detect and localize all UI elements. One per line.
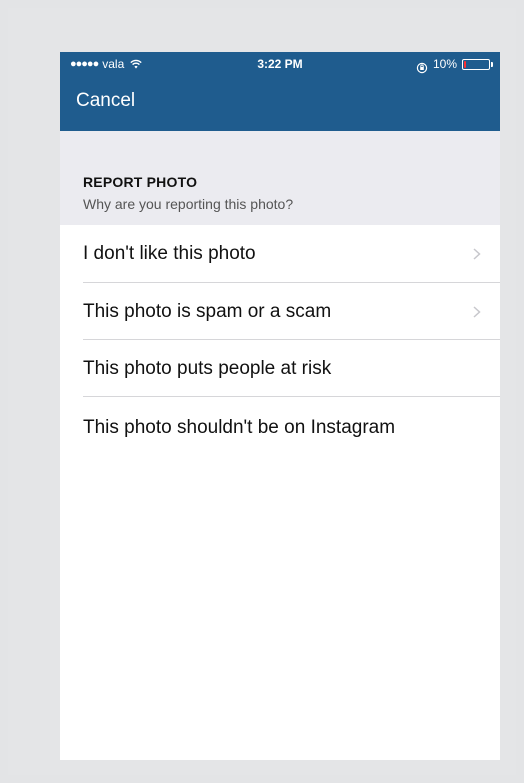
chevron-right-icon <box>472 305 482 319</box>
battery-level-fill <box>464 60 466 68</box>
option-label: I don't like this photo <box>83 243 256 264</box>
cancel-button[interactable]: Cancel <box>76 90 135 112</box>
status-bar: ●●●●● vala 3:22 PM 10% <box>60 52 500 76</box>
report-subtitle: Why are you reporting this photo? <box>83 196 294 212</box>
navigation-bar: ●●●●● vala 3:22 PM 10% Cancel <box>60 52 500 131</box>
option-label: This photo shouldn't be on Instagram <box>83 417 396 438</box>
report-title: REPORT PHOTO <box>83 174 198 190</box>
battery-icon <box>462 58 493 70</box>
battery-percent: 10% <box>432 57 457 71</box>
option-dont-like[interactable]: I don't like this photo <box>60 225 500 283</box>
option-shouldnt-be-on-instagram[interactable]: This photo shouldn't be on Instagram <box>60 397 500 483</box>
option-puts-people-at-risk[interactable]: This photo puts people at risk <box>60 340 500 397</box>
status-right-group: 10% <box>416 52 493 76</box>
option-label: This photo is spam or a scam <box>83 301 332 322</box>
option-label: This photo puts people at risk <box>83 358 332 379</box>
orientation-lock-icon <box>416 58 428 74</box>
chevron-right-icon <box>472 247 482 261</box>
report-options-list: I don't like this photo This photo is sp… <box>60 225 500 483</box>
report-header: REPORT PHOTO Why are you reporting this … <box>60 131 500 225</box>
screenshot-frame: ●●●●● vala 3:22 PM 10% Cancel REPORT PHO… <box>8 8 516 775</box>
option-spam-or-scam[interactable]: This photo is spam or a scam <box>60 283 500 340</box>
phone-screen: ●●●●● vala 3:22 PM 10% Cancel REPORT PHO… <box>60 52 500 760</box>
